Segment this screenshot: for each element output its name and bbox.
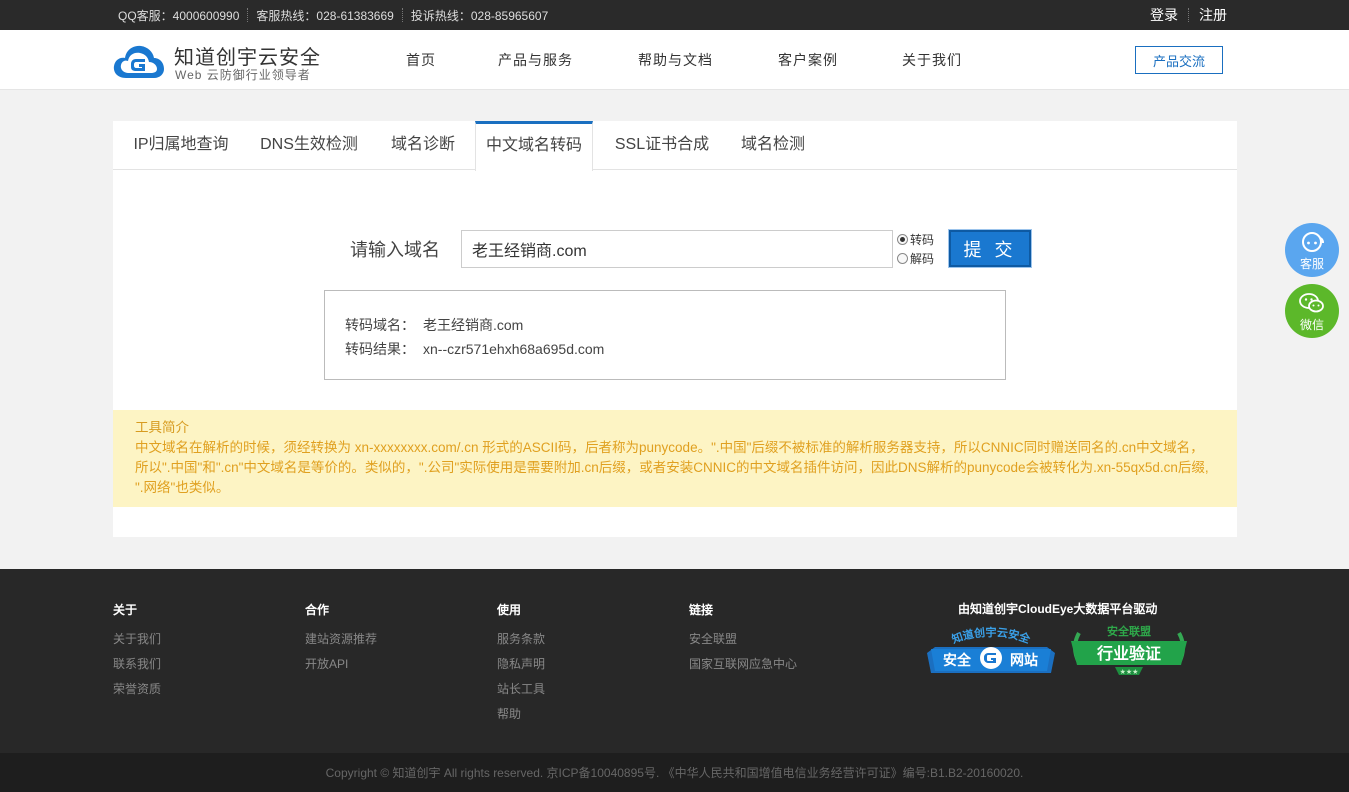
result-box: 转码域名： 老王经销商.com 转码结果： xn--czr571ehxh68a695…: [324, 290, 1006, 380]
divider: [247, 8, 249, 22]
domain-input[interactable]: [461, 230, 893, 268]
customer-service-label: 客服: [1299, 256, 1324, 271]
customer-service-float-button[interactable]: 客服: [1285, 223, 1339, 277]
divider: [1188, 8, 1189, 22]
tab-ssl-merge[interactable]: SSL证书合成: [614, 121, 710, 170]
badge1-arc-text: 知道创宇云安全: [949, 625, 1033, 646]
radio-decode[interactable]: 解码: [897, 250, 934, 266]
footer-link-cncert[interactable]: 国家互联网应急中心: [689, 652, 797, 677]
cloud-logo-icon: [113, 45, 164, 78]
wechat-label: 微信: [1299, 317, 1324, 332]
copyright-bar: Copyright © 知道创宇 All rights reserved. 京I…: [0, 753, 1349, 792]
footer-col-title: 使用: [497, 603, 522, 617]
svg-text:★★★: ★★★: [1120, 668, 1139, 676]
wechat-float-button[interactable]: 微信: [1285, 284, 1339, 338]
secure-website-badge[interactable]: 知道创宇云安全 安全 网站: [927, 625, 1055, 677]
tab-dns-check[interactable]: DNS生效检测: [260, 121, 358, 170]
result-domain-value: 老王经销商.com: [423, 317, 524, 333]
divider: [401, 8, 403, 22]
footer-col-cooperation: 合作 建站资源推荐 开放API: [305, 601, 377, 677]
radio-encode-circle[interactable]: [897, 233, 908, 245]
secure-website-badge-icon: 知道创宇云安全 安全 网站: [927, 625, 1055, 673]
footer-col-title: 关于: [113, 603, 138, 617]
site-header: 知道创宇云安全 Web 云防御行业领导者 首页 产品与服务 帮助与文档 客户案例…: [0, 30, 1349, 90]
tool-intro: 工具简介 中文域名在解析的时候，须经转换为 xn-xxxxxxxx.com/.c…: [113, 410, 1237, 507]
complaint-hotline: 投诉热线：028-85965607: [410, 8, 549, 23]
tab-ip-lookup[interactable]: IP归属地查询: [133, 121, 229, 170]
footer-link-about-us[interactable]: 关于我们: [113, 627, 161, 652]
nav-home[interactable]: 首页: [406, 30, 436, 90]
tool-intro-text: 中文域名在解析的时候，须经转换为 xn-xxxxxxxx.com/.cn 形式的…: [135, 440, 1209, 495]
footer-link-webmaster-tools[interactable]: 站长工具: [497, 677, 545, 702]
register-link[interactable]: 注册: [1199, 5, 1227, 25]
industry-verified-badge-icon: 安全联盟 行业验证 ★★★: [1071, 624, 1187, 676]
nav-about[interactable]: 关于我们: [902, 30, 962, 90]
svg-text:知道创宇云安全: 知道创宇云安全: [949, 625, 1033, 646]
badge1-left-text: 安全: [943, 652, 972, 668]
powered-by-text: 由知道创宇CloudEye大数据平台驱动: [958, 602, 1158, 616]
radio-decode-label: 解码: [910, 251, 935, 266]
wechat-icon: [1297, 290, 1327, 316]
nav-cases[interactable]: 客户案例: [778, 30, 838, 90]
logo[interactable]: 知道创宇云安全 Web 云防御行业领导者: [112, 40, 332, 84]
tool-tabs: IP归属地查询 DNS生效检测 域名诊断 中文域名转码 SSL证书合成 域名检测: [113, 121, 1237, 171]
qq-service: QQ客服：4000600990: [118, 8, 240, 23]
footer-link-resources[interactable]: 建站资源推荐: [305, 627, 377, 652]
site-footer: 关于 关于我们 联系我们 荣誉资质 合作 建站资源推荐 开放API 使用 服务条…: [0, 569, 1349, 753]
service-hotline: 客服热线：028-61383669: [256, 8, 394, 23]
nav-products[interactable]: 产品与服务: [498, 30, 573, 90]
domain-input-label: 请输入域名: [350, 240, 440, 260]
radio-encode[interactable]: 转码: [897, 231, 934, 247]
footer-link-terms[interactable]: 服务条款: [497, 627, 545, 652]
headset-icon: [1298, 229, 1326, 255]
account-links: 登录 注册: [1150, 0, 1227, 30]
footer-link-privacy[interactable]: 隐私声明: [497, 652, 545, 677]
badge2-main-text: 行业验证: [1096, 644, 1161, 663]
top-bar: QQ客服：4000600990 客服热线：028-61383669 投诉热线：0…: [0, 0, 1349, 30]
footer-link-help[interactable]: 帮助: [497, 702, 545, 727]
result-punycode-line: 转码结果： xn--czr571ehxh68a695d.com: [345, 339, 604, 359]
tool-intro-title: 工具简介: [135, 420, 189, 435]
result-domain-line: 转码域名： 老王经销商.com: [345, 315, 523, 335]
footer-link-security-alliance[interactable]: 安全联盟: [689, 627, 797, 652]
product-exchange-button[interactable]: 产品交流: [1135, 46, 1223, 74]
badge1-right-text: 网站: [1010, 652, 1038, 668]
footer-col-title: 合作: [305, 603, 330, 617]
footer-col-usage: 使用 服务条款 隐私声明 站长工具 帮助: [497, 601, 545, 727]
logo-subtitle: Web 云防御行业领导者: [175, 68, 311, 82]
contact-info: QQ客服：4000600990 客服热线：028-61383669 投诉热线：0…: [118, 0, 548, 30]
tab-chinese-domain-punycode[interactable]: 中文域名转码: [475, 121, 593, 171]
footer-link-contact[interactable]: 联系我们: [113, 652, 161, 677]
submit-button[interactable]: 提 交: [948, 229, 1032, 268]
tool-card: IP归属地查询 DNS生效检测 域名诊断 中文域名转码 SSL证书合成 域名检测…: [113, 121, 1237, 537]
footer-link-honors[interactable]: 荣誉资质: [113, 677, 161, 702]
result-punycode-value: xn--czr571ehxh68a695d.com: [423, 341, 605, 357]
tab-domain-check[interactable]: 域名检测: [740, 121, 806, 170]
result-punycode-label: 转码结果：: [345, 341, 415, 357]
nav-help-docs[interactable]: 帮助与文档: [638, 30, 713, 90]
footer-col-about: 关于 关于我们 联系我们 荣誉资质: [113, 601, 161, 702]
radio-encode-label: 转码: [910, 232, 935, 247]
footer-col-title: 链接: [689, 603, 714, 617]
footer-col-links: 链接 安全联盟 国家互联网应急中心: [689, 601, 797, 677]
radio-decode-circle[interactable]: [897, 252, 908, 264]
result-domain-label: 转码域名：: [345, 317, 415, 333]
tab-domain-diagnosis[interactable]: 域名诊断: [390, 121, 456, 170]
footer-link-open-api[interactable]: 开放API: [305, 652, 377, 677]
badge2-arc-text: 安全联盟: [1107, 625, 1151, 638]
industry-verified-badge[interactable]: 安全联盟 行业验证 ★★★: [1065, 624, 1193, 677]
login-link[interactable]: 登录: [1150, 5, 1178, 25]
